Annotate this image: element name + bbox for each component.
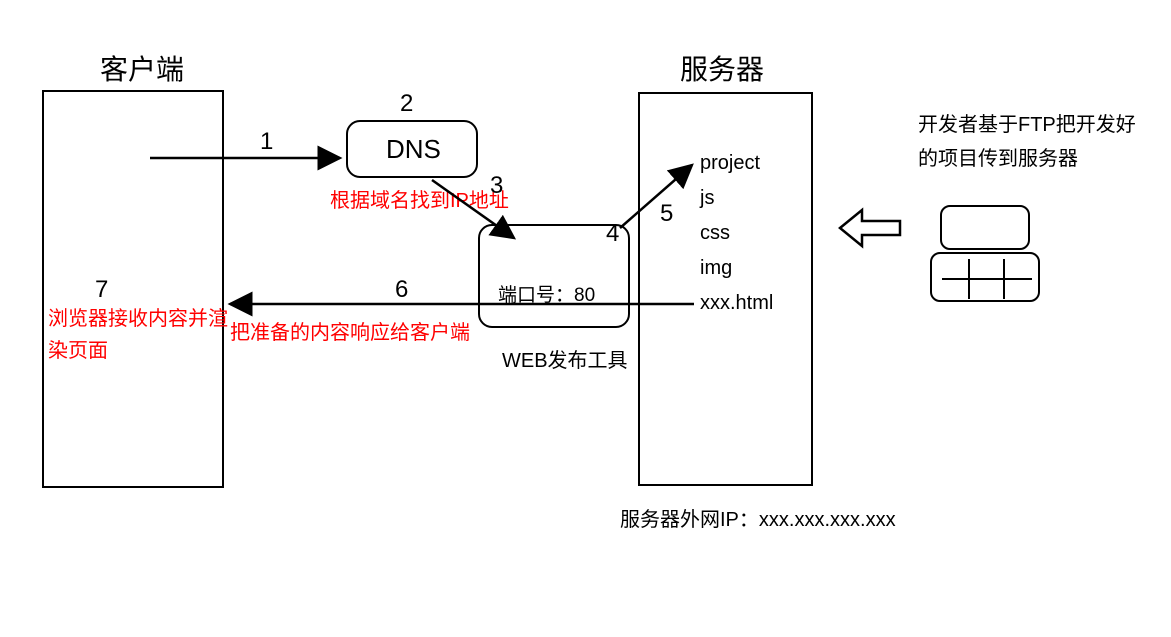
arrows-layer bbox=[0, 0, 1171, 637]
ftp-arrow-icon bbox=[840, 210, 900, 246]
